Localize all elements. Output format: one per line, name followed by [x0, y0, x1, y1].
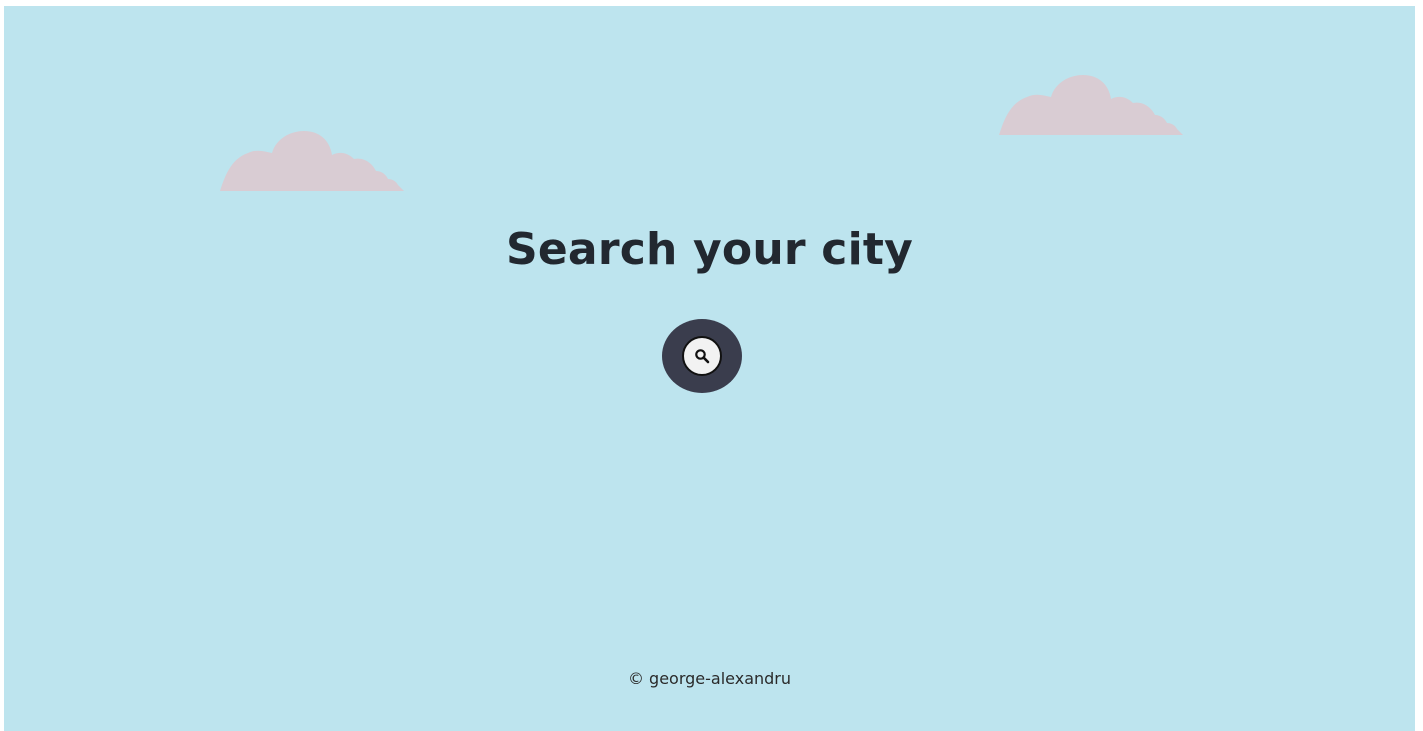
search-icon: [695, 349, 710, 364]
page-title: Search your city: [506, 224, 913, 275]
cloud-left-decoration: [220, 131, 404, 191]
search-button-inner: [682, 336, 722, 376]
cloud-right-decoration: [999, 75, 1183, 135]
app-viewport: Search your city © george-alexandru: [4, 6, 1415, 731]
search-button[interactable]: [662, 319, 742, 393]
footer-credit: © george-alexandru: [627, 669, 792, 688]
